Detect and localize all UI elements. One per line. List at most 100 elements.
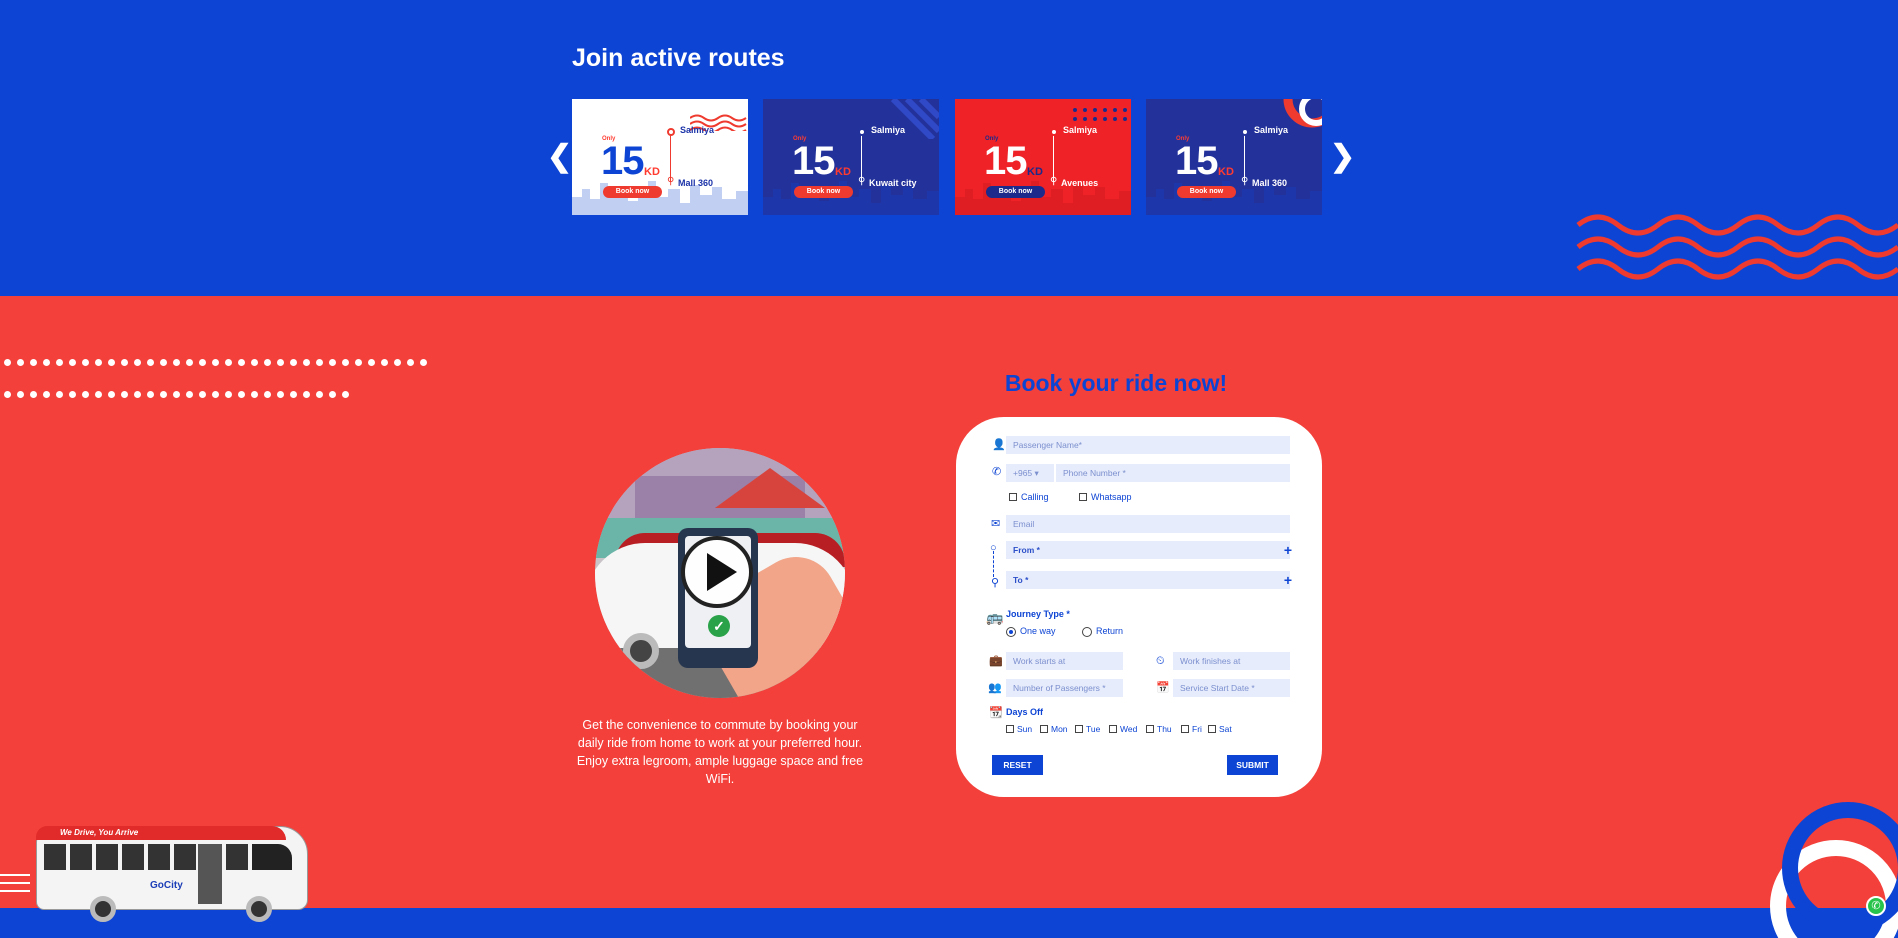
dots-decoration [4,391,349,398]
book-now-button[interactable]: Book now [794,186,853,198]
route-to: Mall 360 [1252,178,1288,188]
price-value: 15 [984,139,1027,183]
routes-section: Join active routes ❮ ❯ Only 15 KD ⚲ Salm… [0,0,1898,296]
to-label: To * [1013,575,1029,585]
carousel-prev-arrow-icon[interactable]: ❮ [547,140,572,174]
whatsapp-label: Whatsapp [1091,492,1132,502]
calendar-icon: 📅 [1156,682,1170,694]
dots-decoration [4,359,427,366]
book-now-button[interactable]: Book now [1177,186,1236,198]
phone-icon: ✆ [992,466,1002,478]
country-code-value: +965 [1013,468,1033,478]
add-to-plus-icon[interactable]: + [1284,571,1292,589]
passenger-count-input[interactable]: Number of Passengers * [1006,679,1123,697]
day-checkbox-wed[interactable] [1109,725,1117,733]
phone-number-input[interactable]: Phone Number * [1056,464,1290,482]
carousel-next-arrow-icon[interactable]: ❯ [1330,140,1355,174]
calendar-days-icon: 📆 [989,707,1003,719]
email-input[interactable]: Email [1006,515,1290,533]
route-line [861,132,862,182]
country-code-select[interactable]: +965 ▾ [1006,464,1054,482]
day-checkbox-thu[interactable] [1146,725,1154,733]
journey-type-label: Journey Type * [1006,609,1070,619]
reset-button[interactable]: RESET [992,755,1043,775]
book-now-button[interactable]: Book now [986,186,1045,198]
origin-dot-icon [1241,128,1249,136]
route-card[interactable]: Only 15 KD ⚲ Salmiya Mall 360 Book now [1146,99,1322,215]
day-label: Mon [1051,724,1068,734]
work-finishes-input[interactable]: Work finishes at [1173,652,1290,670]
day-label: Fri [1192,724,1202,734]
bus-slogan: We Drive, You Arrive [60,828,139,837]
route-line [670,132,671,182]
location-pin-icon: ⚲ [1241,176,1249,187]
day-label: Wed [1120,724,1138,734]
briefcase-icon: 💼 [989,655,1003,667]
booking-title: Book your ride now! [1004,370,1228,396]
clock-icon: ⏲ [1156,655,1165,667]
location-pin-icon: ⚲ [667,176,675,187]
origin-dot-icon [1050,128,1058,136]
origin-dot-icon [858,128,866,136]
location-pin-icon: ⚲ [858,176,866,187]
day-checkbox-sat[interactable] [1208,725,1216,733]
route-card[interactable]: Only 15 KD ⚲ Salmiya Kuwait city Book no… [763,99,939,215]
route-from: Salmiya [1063,125,1098,135]
days-off-label: Days Off [1006,707,1044,717]
book-now-button[interactable]: Book now [603,186,662,198]
one-way-label: One way [1020,626,1056,636]
ring-decoration [1770,802,1898,938]
bus-brand: GoCity [150,880,183,891]
promo-description: Get the convenience to commute by bookin… [576,718,864,786]
checkmark-icon: ✓ [708,615,730,637]
route-line [1053,132,1054,182]
route-from: Salmiya [1254,125,1289,135]
day-checkbox-mon[interactable] [1040,725,1048,733]
route-connector [993,551,994,577]
day-checkbox-fri[interactable] [1181,725,1189,733]
user-icon: 👤 [992,439,1006,451]
route-card[interactable]: Only 15 KD ⚲ Salmiya Avenues Book now [955,99,1131,215]
one-way-radio[interactable] [1006,627,1016,637]
price-value: 15 [792,139,835,183]
from-location-input[interactable]: From * [1006,541,1290,559]
add-from-plus-icon[interactable]: + [1284,541,1292,559]
return-radio[interactable] [1082,627,1092,637]
return-label: Return [1096,626,1124,636]
passenger-name-input[interactable]: Passenger Name* [1006,436,1290,454]
whatsapp-checkbox[interactable] [1079,493,1087,501]
to-location-input[interactable]: To * [1006,571,1290,589]
route-to: Kuwait city [869,178,917,188]
route-line [1244,132,1245,182]
envelope-icon: ✉ [991,518,1001,530]
chevron-down-icon: ▾ [1034,468,1039,478]
day-label: Sat [1219,724,1232,734]
day-label: Sun [1017,724,1033,734]
day-label: Tue [1086,724,1101,734]
price-currency: KD [1218,166,1234,178]
price-currency: KD [644,166,660,178]
origin-dot-icon [667,128,675,136]
bus-icon: 🚌 [986,609,1004,625]
route-to: Avenues [1061,178,1099,188]
location-pin-icon: ⚲ [991,577,1000,589]
price-currency: KD [1027,166,1043,178]
route-to: Mall 360 [678,178,714,188]
submit-button[interactable]: SUBMIT [1227,755,1278,775]
price-value: 15 [601,139,644,183]
play-icon[interactable] [707,553,737,591]
service-start-date-input[interactable]: Service Start Date * [1173,679,1290,697]
day-checkbox-tue[interactable] [1075,725,1083,733]
work-starts-input[interactable]: Work starts at [1006,652,1123,670]
calling-label: Calling [1021,492,1049,502]
route-from: Salmiya [871,125,906,135]
price-currency: KD [835,166,851,178]
whatsapp-icon[interactable]: ✆ [1866,896,1886,916]
calling-checkbox[interactable] [1009,493,1017,501]
location-pin-icon: ⚲ [1050,176,1058,187]
dots-decoration [1073,108,1127,121]
day-checkbox-sun[interactable] [1006,725,1014,733]
route-card[interactable]: Only 15 KD ⚲ Salmiya Mall 360 Book now [572,99,748,215]
bus-illustration: We Drive, You Arrive GoCity [0,826,314,926]
video-thumbnail[interactable]: ✓ [595,448,845,698]
